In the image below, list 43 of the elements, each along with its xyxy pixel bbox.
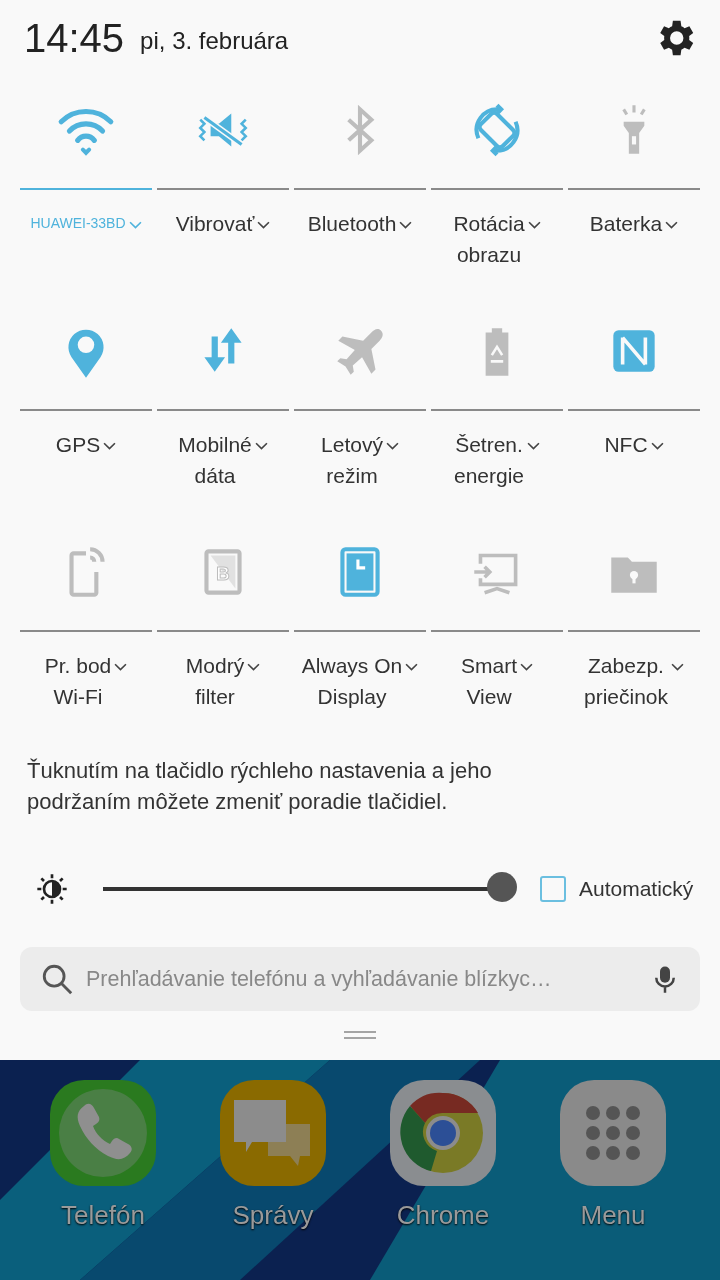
chevron-icon (405, 663, 419, 672)
brightness-icon (36, 873, 68, 905)
tile-label[interactable]: Modrý filter (157, 632, 289, 712)
auto-checkbox[interactable] (540, 876, 566, 902)
tile-label[interactable]: Always On Display (294, 632, 426, 712)
clock-time: 14:45 (24, 15, 125, 61)
chevron-icon (103, 442, 117, 451)
search-field[interactable]: Prehľadávanie telefónu a vyhľadávanie blízkyc… (86, 966, 638, 992)
tile-label[interactable]: Šetren. energie (431, 411, 563, 491)
tile-label[interactable]: Mobilné dáta (157, 411, 289, 491)
chevron-icon (385, 442, 399, 451)
chevron-icon (665, 221, 679, 230)
browser-icon (388, 1078, 498, 1188)
chevron-icon (527, 221, 541, 230)
chevron-icon (650, 442, 664, 451)
tile-label[interactable]: Smart View (431, 632, 563, 712)
tile-label[interactable]: Baterka (568, 190, 700, 239)
tile-label[interactable]: Zabezp. priečinok (568, 632, 700, 712)
chevron-icon (671, 663, 684, 672)
chevron-icon (399, 221, 413, 230)
tile-label[interactable]: NFC (568, 411, 700, 460)
chevron-icon (257, 221, 271, 230)
search-bar[interactable]: Prehľadávanie telefónu a vyhľadávanie blízkyc… (20, 947, 700, 1011)
auto-label: Automatický (579, 877, 694, 901)
tile-label[interactable]: Rotácia obrazu (431, 190, 563, 270)
chevron-icon (520, 663, 533, 672)
chevron-icon (527, 442, 541, 451)
tile-label[interactable]: GPS (20, 411, 152, 460)
chevron-icon (247, 663, 261, 672)
tile-label[interactable]: Letový režim (294, 411, 426, 491)
chevron-icon (254, 442, 268, 451)
tile-label[interactable]: Bluetooth (294, 190, 426, 239)
drag-handle[interactable] (344, 1031, 376, 1039)
search-icon (40, 962, 74, 996)
chevron-icon (128, 221, 142, 230)
chat-bubbles-icon (218, 1078, 328, 1188)
tile-label[interactable]: Vibrovať (157, 190, 289, 239)
app-grid-icon (558, 1078, 668, 1188)
chevron-icon (114, 663, 128, 672)
date-text: pi, 3. februára (140, 27, 289, 55)
hint-text: Ťuknutím na tlačidlo rýchleho nastavenia a jeho podržaním môžete zmeniť poradie tlačidiel. (27, 757, 493, 816)
tile-label[interactable]: Pr. bod Wi-Fi (20, 632, 152, 712)
phone-icon (48, 1078, 158, 1188)
